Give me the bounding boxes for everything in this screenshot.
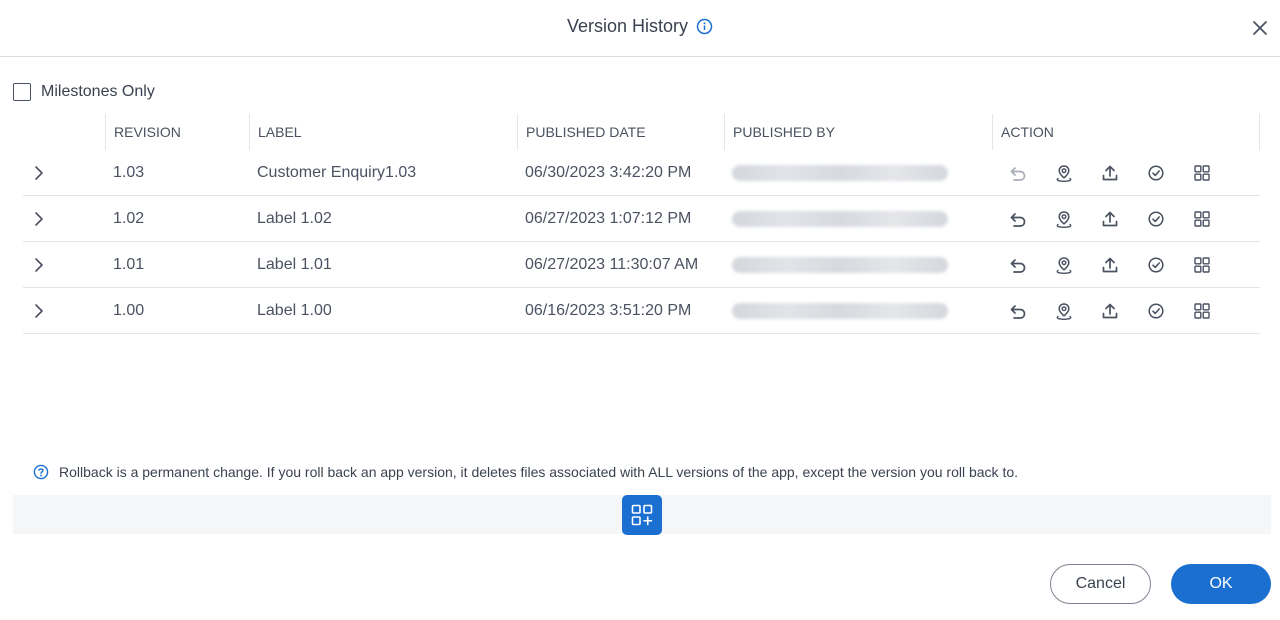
published-by-cell (724, 150, 948, 196)
dialog-title: Version History (566, 16, 689, 36)
published-by-cell (724, 196, 948, 242)
grid-icon[interactable] (1192, 209, 1212, 229)
dialog-header: Version History (0, 0, 1280, 57)
rollback-icon (1010, 167, 1026, 181)
rollback-note: Rollback is a permanent change. If you r… (33, 464, 1018, 480)
table-row: 1.03 Customer Enquiry1.03 06/30/2023 3:4… (23, 150, 1260, 196)
chevron-right-icon[interactable] (31, 302, 47, 320)
table-row: 1.01 Label 1.01 06/27/2023 11:30:07 AM (23, 242, 1260, 288)
table-body: 1.03 Customer Enquiry1.03 06/30/2023 3:4… (23, 150, 1260, 334)
milestones-label: Milestones Only (41, 83, 155, 100)
rollback-icon[interactable] (1008, 301, 1028, 321)
title-wrap: Version History (0, 16, 1280, 37)
chevron-right-icon[interactable] (31, 256, 47, 274)
column-header-label[interactable]: LABEL (249, 114, 517, 150)
help-circle-icon (33, 464, 49, 480)
row-actions (998, 242, 1212, 288)
published-date-cell: 06/27/2023 1:07:12 PM (525, 210, 692, 227)
add-widget-button[interactable] (622, 495, 662, 535)
published-by-cell (724, 288, 948, 334)
version-table: REVISION LABEL PUBLISHED DATE PUBLISHED … (23, 114, 1260, 334)
published-by-cell (724, 242, 948, 288)
redacted-user-name (732, 303, 948, 319)
redacted-user-name (732, 211, 948, 227)
milestone-pin-icon[interactable] (1054, 209, 1074, 229)
label-cell: Label 1.02 (257, 210, 332, 227)
upload-icon[interactable] (1100, 163, 1120, 183)
published-date-cell: 06/16/2023 3:51:20 PM (525, 302, 692, 319)
revision-cell: 1.00 (113, 302, 145, 319)
revision-cell: 1.03 (113, 164, 145, 181)
info-icon[interactable] (696, 18, 713, 35)
row-actions (998, 288, 1212, 334)
add-widget-icon (631, 504, 653, 526)
table-row: 1.00 Label 1.00 06/16/2023 3:51:20 PM (23, 288, 1260, 334)
column-header-published-by[interactable]: PUBLISHED BY (724, 114, 992, 150)
rollback-icon[interactable] (1008, 255, 1028, 275)
close-icon[interactable] (1248, 16, 1272, 40)
upload-icon[interactable] (1100, 209, 1120, 229)
published-date-cell: 06/27/2023 11:30:07 AM (525, 256, 699, 273)
revision-cell: 1.02 (113, 210, 145, 227)
check-circle-icon[interactable] (1146, 301, 1166, 321)
milestone-pin-icon[interactable] (1054, 163, 1074, 183)
rollback-note-text: Rollback is a permanent change. If you r… (59, 464, 1019, 480)
row-actions (998, 196, 1212, 242)
label-cell: Label 1.00 (257, 302, 332, 319)
revision-cell: 1.01 (113, 256, 145, 273)
grid-icon[interactable] (1192, 163, 1212, 183)
chevron-right-icon[interactable] (31, 164, 47, 182)
chevron-right-icon[interactable] (31, 210, 47, 228)
rollback-icon[interactable] (1008, 209, 1028, 229)
label-cell: Label 1.01 (257, 256, 332, 273)
upload-icon[interactable] (1100, 255, 1120, 275)
milestone-pin-icon[interactable] (1054, 301, 1074, 321)
column-header-revision[interactable]: REVISION (105, 114, 249, 150)
grid-icon[interactable] (1192, 255, 1212, 275)
grid-icon[interactable] (1192, 301, 1212, 321)
milestone-pin-icon[interactable] (1054, 255, 1074, 275)
redacted-user-name (732, 257, 948, 273)
milestones-filter[interactable]: Milestones Only (13, 83, 155, 101)
redacted-user-name (732, 165, 948, 181)
upload-icon[interactable] (1100, 301, 1120, 321)
cancel-button[interactable]: Cancel (1050, 564, 1151, 604)
published-date-cell: 06/30/2023 3:42:20 PM (525, 164, 692, 181)
check-circle-icon[interactable] (1146, 209, 1166, 229)
table-header: REVISION LABEL PUBLISHED DATE PUBLISHED … (23, 114, 1260, 150)
row-actions (998, 150, 1212, 196)
check-circle-icon[interactable] (1146, 163, 1166, 183)
column-header-action: ACTION (992, 114, 1260, 150)
column-header-published-date[interactable]: PUBLISHED DATE (517, 114, 724, 150)
check-circle-icon[interactable] (1146, 255, 1166, 275)
label-cell: Customer Enquiry1.03 (257, 164, 417, 181)
table-row: 1.02 Label 1.02 06/27/2023 1:07:12 PM (23, 196, 1260, 242)
milestones-checkbox[interactable] (13, 83, 31, 101)
ok-button[interactable]: OK (1171, 564, 1271, 604)
